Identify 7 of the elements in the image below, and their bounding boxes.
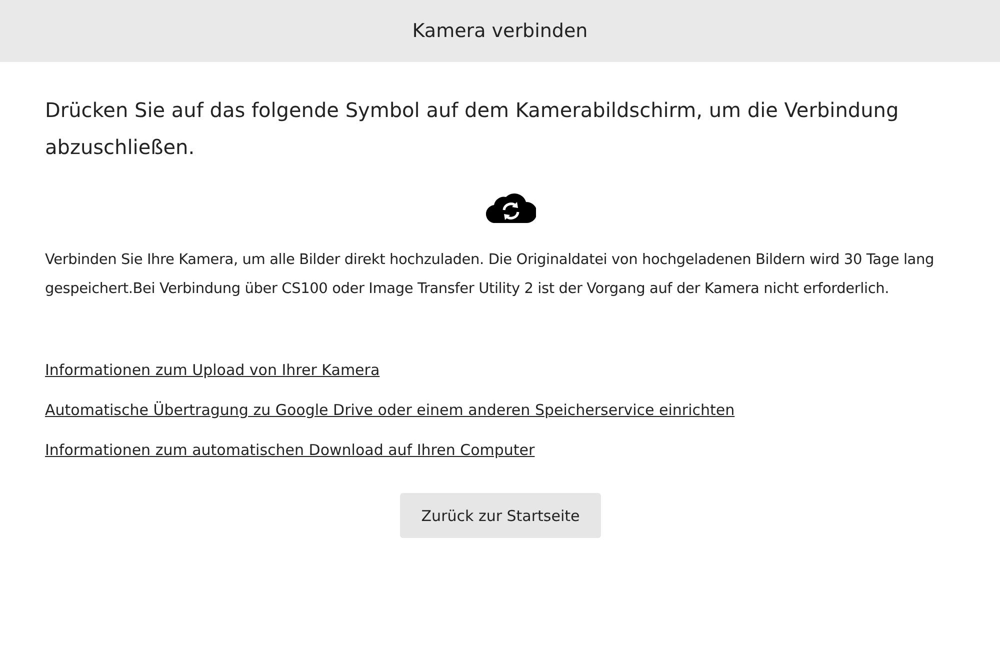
info-link[interactable]: Automatische Übertragung zu Google Drive oder einem anderen Speicherservice einrichten: [45, 401, 735, 419]
info-link[interactable]: Informationen zum automatischen Download auf Ihren Computer: [45, 441, 535, 459]
instruction-text: Drücken Sie auf das folgende Symbol auf dem Kamerabildschirm, um die Verbindung abzuschließen.: [45, 97, 900, 161]
dialog-title: Kamera verbinden: [412, 20, 588, 42]
info-link[interactable]: Informationen zum Upload von Ihrer Kamera: [45, 361, 380, 379]
description-text: Verbinden Sie Ihre Kamera, um alle Bilder direkt hochzuladen. Die Originaldatei von hochgeladenen Bildern wird 30 Tage lang gespeichert.Bei Verbindung über CS100 oder Image Transfer Utility 2 ist der Vorgang auf der Kamera nicht erforderlich.: [45, 251, 935, 298]
back-home-button[interactable]: Zurück zur Startseite: [400, 493, 601, 538]
